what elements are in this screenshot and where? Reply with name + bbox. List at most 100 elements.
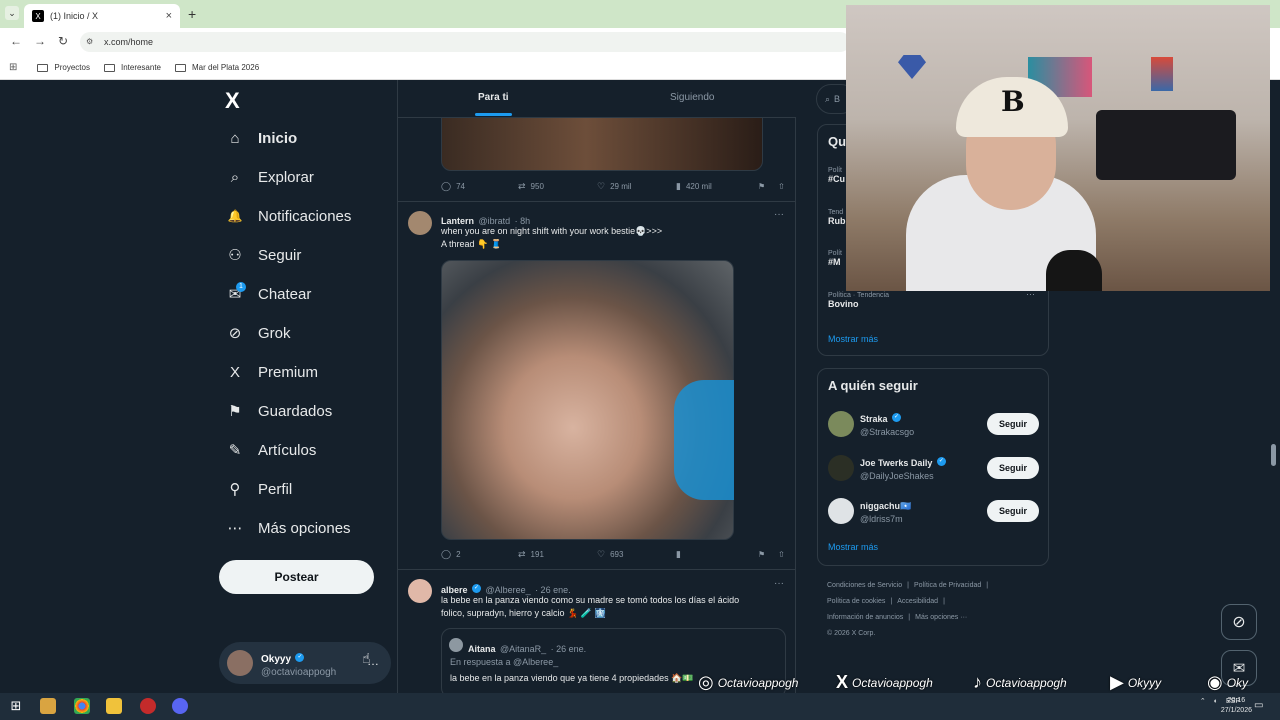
app-icon[interactable] [140, 698, 156, 714]
views-button[interactable]: ▮ 420 mil [676, 181, 758, 192]
url-text: x.com/home [104, 37, 154, 47]
trend-name: #M [828, 257, 841, 267]
trends-show-more-link[interactable]: Mostrar más [828, 334, 878, 344]
x-logo-icon[interactable]: X [225, 88, 240, 114]
nav-articles[interactable]: ✎ Artículos [226, 438, 317, 462]
x-icon: X [836, 672, 849, 692]
tab-for-you[interactable]: Para ti [478, 92, 509, 103]
x-premium-icon: X [229, 363, 240, 381]
share-button[interactable]: ⇧ [778, 181, 785, 192]
back-arrow-icon[interactable]: ← [10, 34, 22, 48]
bookmark-folder[interactable]: Proyectos [37, 63, 90, 72]
retweet-button[interactable]: ⇄ 950 [518, 181, 597, 192]
follow-show-more-link[interactable]: Mostrar más [828, 542, 878, 552]
bookmark-button[interactable]: ⚑ [758, 549, 778, 560]
footer-link[interactable]: Política de cookies [827, 598, 885, 605]
clock[interactable]: 20:16 27/1/2026 [1221, 696, 1252, 716]
retweet-count: 191 [530, 550, 544, 559]
divider [398, 201, 796, 202]
discord-icon[interactable] [172, 698, 188, 714]
reply-button[interactable]: ◯ 74 [441, 181, 518, 192]
trend-name: Bovino [828, 299, 859, 309]
scrollbar-thumb[interactable] [1271, 444, 1276, 466]
footer-link[interactable]: Política de Privacidad [914, 582, 981, 589]
chat-badge: 1 [236, 282, 246, 292]
verified-badge-icon: ✓ [295, 652, 305, 662]
tweet-text-line: folico, supradyn, hierro y calcio 💃 🧪 🩻 [441, 608, 606, 618]
suggestion-row[interactable]: niggachu🇸🇴 @ldriss7m Seguir [828, 496, 1042, 528]
tweet-text: when you are on night shift with your wo… [441, 225, 781, 251]
apps-grid-icon[interactable]: ⊞ [9, 62, 17, 73]
tab-following[interactable]: Siguiendo [670, 92, 714, 103]
footer-link[interactable]: Más opciones ··· [915, 614, 967, 621]
retweet-icon: ⇄ [518, 181, 526, 191]
footer-link[interactable]: Condiciones de Servicio [827, 582, 902, 589]
nav-bookmarks[interactable]: ⚑ Guardados [226, 399, 332, 423]
tweet-more-icon[interactable]: ··· [774, 578, 784, 589]
browser-tab-active[interactable]: X (1) Inicio / X × [24, 4, 180, 28]
windows-start-icon[interactable]: ⊞ [8, 698, 24, 714]
bookmark-icon: ⚑ [228, 403, 242, 420]
reply-button[interactable]: ◯ 2 [441, 549, 518, 560]
chrome-icon[interactable] [74, 698, 90, 714]
nav-more-options[interactable]: ⋯ Más opciones [226, 516, 351, 540]
post-button[interactable]: Postear [219, 560, 374, 594]
forward-arrow-icon[interactable]: → [34, 34, 46, 48]
nav-notifications[interactable]: 🔔 Notificaciones [226, 204, 352, 228]
nav-explore[interactable]: ⌕ Explorar [226, 165, 314, 189]
nav-home[interactable]: ⌂ Inicio [226, 126, 297, 150]
nav-premium[interactable]: X Premium [226, 360, 318, 384]
bookmark-folder[interactable]: Mar del Plata 2026 [175, 63, 259, 72]
avatar [828, 498, 854, 524]
follow-button[interactable]: Seguir [987, 500, 1039, 522]
instagram-icon: ◎ [698, 672, 714, 692]
trend-name: #Cu [828, 174, 846, 184]
x-favicon-icon: X [32, 10, 44, 22]
address-bar[interactable]: x.com/home [80, 32, 850, 52]
like-button[interactable]: ♡ 29 mil [597, 181, 676, 192]
avatar[interactable] [408, 211, 432, 235]
media-player-icon[interactable] [40, 698, 56, 714]
retweet-button[interactable]: ⇄ 191 [518, 549, 597, 560]
tiktok-handle: ♪ Octavioappogh [973, 672, 1067, 693]
trend-item[interactable]: Política · Tendencia Bovino [828, 292, 889, 309]
footer-link[interactable]: Accesibilidad [897, 598, 938, 605]
nav-grok[interactable]: ⊘ Grok [226, 321, 291, 345]
grok-floating-button[interactable]: ⊘ [1221, 604, 1257, 640]
trend-item[interactable]: Polít #M [828, 250, 842, 267]
share-button[interactable]: ⇧ [778, 549, 785, 560]
nav-follow[interactable]: ⚇ Seguir [226, 243, 301, 267]
tray-expand-icon[interactable]: ⌃ [1200, 697, 1206, 705]
timeline: Para ti Siguiendo ◯ 74 ⇄ 950 ♡ 29 mil ▮ 420 … [397, 80, 796, 693]
suggestion-row[interactable]: Straka ✓ @Strakacsgo Seguir [828, 409, 1042, 441]
notifications-icon[interactable]: ▭ [1254, 700, 1263, 711]
close-tab-icon[interactable]: × [166, 10, 172, 22]
tweet-more-icon[interactable]: ··· [774, 209, 784, 220]
spotify-icon: ◉ [1207, 672, 1223, 692]
footer-link[interactable]: Información de anuncios [827, 614, 903, 621]
sofa [1096, 110, 1236, 180]
follow-button[interactable]: Seguir [987, 457, 1039, 479]
suggestion-info: niggachu🇸🇴 @ldriss7m [860, 496, 911, 524]
views-button[interactable]: ▮ [676, 549, 758, 560]
reload-icon[interactable]: ↻ [58, 34, 68, 48]
trend-item[interactable]: Tend Rub [828, 209, 846, 226]
trend-item[interactable]: Polít #Cu [828, 167, 845, 184]
site-info-icon[interactable]: ⚙ [86, 37, 96, 47]
bell-icon: 🔔 [227, 209, 243, 223]
file-explorer-icon[interactable] [106, 698, 122, 714]
network-icon[interactable]: ◐ [1214, 698, 1218, 705]
bookmark-button[interactable]: ⚑ [758, 181, 778, 192]
suggestion-row[interactable]: Joe Twerks Daily ✓ @DailyJoeShakes Seguir [828, 453, 1042, 485]
like-button[interactable]: ♡ 693 [597, 549, 676, 560]
nav-profile[interactable]: ⚲ Perfil [226, 477, 293, 501]
new-tab-button[interactable]: + [188, 6, 196, 22]
bookmark-folder[interactable]: Interesante [103, 63, 161, 72]
follow-button[interactable]: Seguir [987, 413, 1039, 435]
retweet-icon: ⇄ [518, 549, 526, 559]
reply-icon: ◯ [441, 549, 452, 559]
avatar[interactable] [408, 579, 432, 603]
tweet-media[interactable] [441, 110, 763, 171]
account-handle: @octavioappogh [261, 666, 337, 678]
tab-search-button[interactable]: ⌄ [5, 6, 19, 20]
